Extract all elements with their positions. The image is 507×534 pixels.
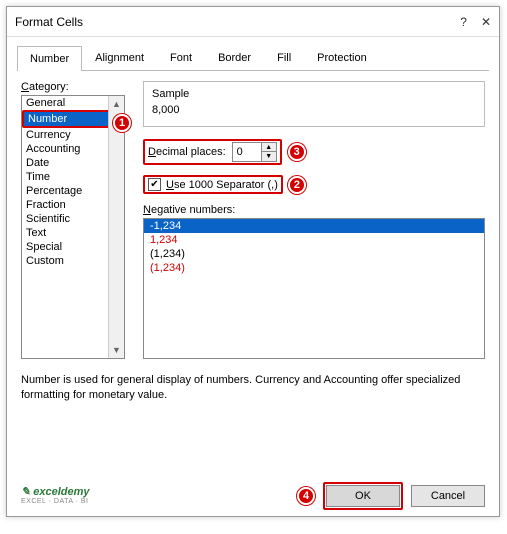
- decimal-label: Decimal places:: [148, 146, 226, 158]
- callout-2: 2: [288, 176, 306, 194]
- negative-label: Negative numbers:: [143, 204, 485, 216]
- decimal-spinner[interactable]: ▲ ▼: [232, 142, 277, 162]
- spinner-down-icon[interactable]: ▼: [262, 152, 276, 161]
- button-row: ✎ exceldemy EXCEL · DATA · BI 4 OK Cance…: [7, 472, 499, 516]
- callout-4: 4: [297, 487, 315, 505]
- negative-item-3[interactable]: (1,234): [144, 261, 484, 275]
- category-scrollbar[interactable]: ▲ ▼: [108, 96, 124, 358]
- separator-label[interactable]: Use 1000 Separator (,): [166, 179, 278, 191]
- close-icon[interactable]: ✕: [481, 15, 491, 29]
- scroll-down-icon[interactable]: ▼: [112, 342, 121, 358]
- category-listbox[interactable]: General Number Currency Accounting Date …: [21, 95, 125, 359]
- callout-1: 1: [113, 114, 131, 132]
- cancel-button[interactable]: Cancel: [411, 485, 485, 507]
- description-text: Number is used for general display of nu…: [21, 373, 485, 404]
- tab-fill[interactable]: Fill: [264, 45, 304, 70]
- format-cells-dialog: Format Cells ? ✕ Number Alignment Font B…: [6, 6, 500, 517]
- sample-label: Sample: [152, 88, 476, 100]
- window-controls: ? ✕: [460, 15, 491, 29]
- exceldemy-logo: ✎ exceldemy EXCEL · DATA · BI: [7, 487, 90, 505]
- category-item-number-label: Number: [28, 113, 67, 125]
- category-label: Category:: [21, 81, 125, 93]
- tab-alignment[interactable]: Alignment: [82, 45, 157, 70]
- dialog-title: Format Cells: [15, 15, 83, 29]
- help-icon[interactable]: ?: [460, 15, 467, 29]
- titlebar: Format Cells ? ✕: [7, 7, 499, 37]
- sample-box: Sample 8,000: [143, 81, 485, 127]
- decimal-group: Decimal places: ▲ ▼: [143, 139, 282, 165]
- decimal-row: Decimal places: ▲ ▼ 3: [143, 139, 485, 165]
- negative-item-2[interactable]: (1,234): [144, 247, 484, 261]
- tab-font[interactable]: Font: [157, 45, 205, 70]
- callout-3: 3: [288, 143, 306, 161]
- negative-item-0[interactable]: -1,234: [144, 219, 484, 233]
- tab-number[interactable]: Number: [17, 46, 82, 71]
- tab-border[interactable]: Border: [205, 45, 264, 70]
- separator-row: ✔ Use 1000 Separator (,) 2: [143, 175, 485, 194]
- sample-value: 8,000: [152, 104, 476, 116]
- negative-listbox[interactable]: -1,234 1,234 (1,234) (1,234): [143, 218, 485, 359]
- separator-checkbox[interactable]: ✔: [148, 178, 161, 191]
- scroll-up-icon[interactable]: ▲: [112, 96, 121, 112]
- ok-button[interactable]: OK: [326, 485, 400, 507]
- options-column: Sample 8,000 Decimal places: ▲ ▼: [143, 81, 485, 359]
- tabstrip: Number Alignment Font Border Fill Protec…: [17, 45, 489, 71]
- category-column: Category: General Number Currency Accoun…: [21, 81, 125, 359]
- spinner-up-icon[interactable]: ▲: [262, 143, 276, 152]
- tab-protection[interactable]: Protection: [304, 45, 380, 70]
- tab-content: Category: General Number Currency Accoun…: [7, 71, 499, 472]
- negative-item-1[interactable]: 1,234: [144, 233, 484, 247]
- decimal-input[interactable]: [233, 143, 261, 161]
